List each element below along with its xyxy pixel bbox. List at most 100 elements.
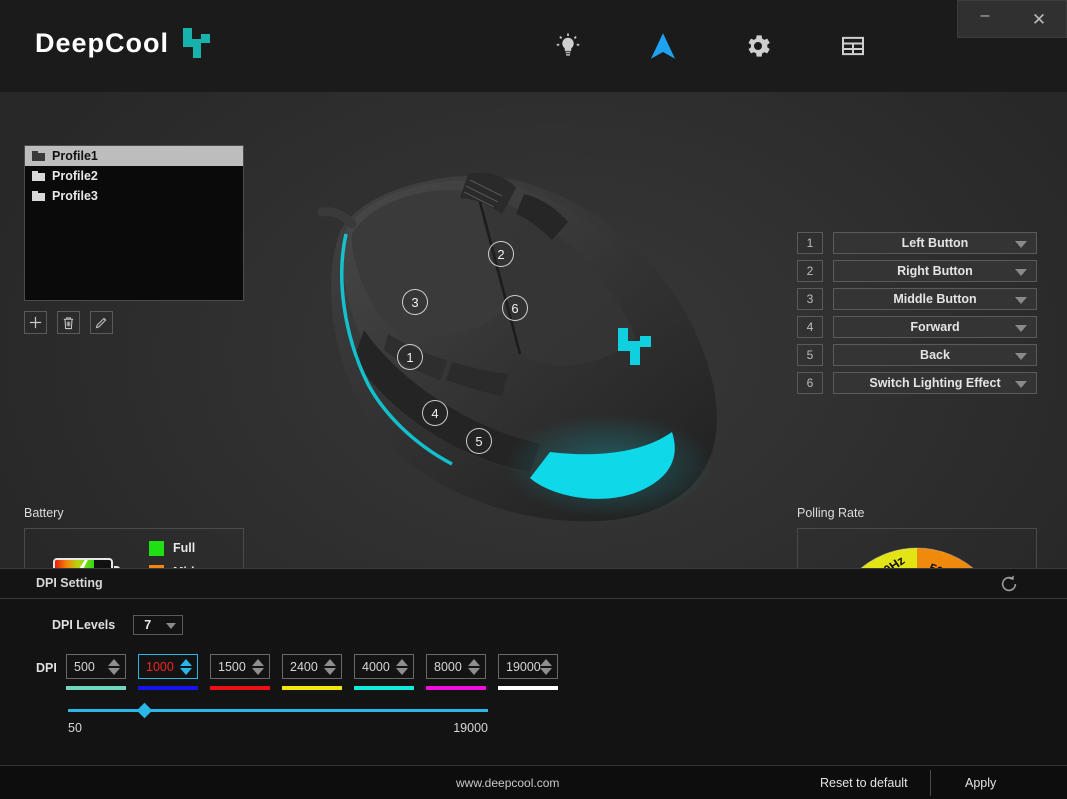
delete-profile-button[interactable] bbox=[57, 311, 80, 334]
dpi-stage-value: 19000 bbox=[506, 659, 541, 674]
stepper-icon[interactable] bbox=[108, 659, 120, 675]
dpi-stage-value: 500 bbox=[74, 659, 95, 674]
minimize-button[interactable]: – bbox=[965, 4, 1005, 34]
dpi-range-min: 50 bbox=[68, 721, 82, 735]
assignment-number: 1 bbox=[797, 232, 823, 254]
macro-table-icon[interactable] bbox=[827, 20, 879, 72]
dpi-stage-7: 19000 bbox=[498, 654, 558, 690]
profile-label: Profile3 bbox=[52, 189, 98, 203]
dpi-section-title: DPI Setting bbox=[36, 576, 103, 590]
gear-icon[interactable] bbox=[732, 20, 784, 72]
apply-button[interactable]: Apply bbox=[965, 776, 996, 790]
mouse-callout-6: 6 bbox=[502, 295, 528, 321]
assignment-dropdown-1[interactable]: Left Button bbox=[833, 232, 1037, 254]
assignment-dropdown-3[interactable]: Middle Button bbox=[833, 288, 1037, 310]
brand-name: DeepCool bbox=[35, 27, 170, 58]
assignment-number: 3 bbox=[797, 288, 823, 310]
stepper-icon[interactable] bbox=[396, 659, 408, 675]
dpi-section-header: DPI Setting bbox=[0, 568, 1067, 599]
mouse-illustration: 1 2 3 4 5 6 bbox=[280, 122, 780, 552]
dpi-levels-value: 7 bbox=[144, 618, 152, 632]
dpi-stage-6: 8000 bbox=[426, 654, 486, 690]
reset-to-default-button[interactable]: Reset to default bbox=[820, 776, 908, 790]
dpi-stage-input-6[interactable]: 8000 bbox=[426, 654, 486, 679]
profile-label: Profile1 bbox=[52, 149, 98, 163]
dpi-range-slider[interactable]: 50 19000 bbox=[68, 702, 488, 735]
chevron-down-icon bbox=[1015, 297, 1027, 304]
deepcool-mark-icon bbox=[179, 26, 213, 60]
dpi-row-label: DPI bbox=[36, 661, 57, 675]
assignment-number: 5 bbox=[797, 344, 823, 366]
edit-profile-button[interactable] bbox=[90, 311, 113, 334]
dpi-stage-color-1 bbox=[66, 686, 126, 690]
dpi-stage-list: 500 1000 1500 2400 4000 8000 19000 bbox=[66, 654, 558, 690]
footer-bar: www.deepcool.com Reset to default Apply bbox=[0, 765, 1067, 799]
dpi-stage-input-4[interactable]: 2400 bbox=[282, 654, 342, 679]
stepper-icon[interactable] bbox=[468, 659, 480, 675]
dpi-range-track[interactable] bbox=[68, 702, 488, 719]
profile-list-item[interactable]: Profile1 bbox=[25, 146, 243, 166]
stepper-icon[interactable] bbox=[540, 659, 552, 675]
button-assignment-list: 1 Left Button 2 Right Button 3 Middle Bu… bbox=[797, 232, 1037, 400]
dpi-stage-1: 500 bbox=[66, 654, 126, 690]
legend-swatch-full bbox=[149, 540, 164, 556]
chevron-down-icon bbox=[1015, 241, 1027, 248]
assignment-dropdown-6[interactable]: Switch Lighting Effect bbox=[833, 372, 1037, 394]
dpi-stage-input-5[interactable]: 4000 bbox=[354, 654, 414, 679]
dpi-stage-color-7 bbox=[498, 686, 558, 690]
profile-list-item[interactable]: Profile2 bbox=[25, 166, 243, 186]
dpi-range-max: 19000 bbox=[453, 721, 488, 735]
assignment-value: Middle Button bbox=[893, 292, 977, 306]
profile-list[interactable]: Profile1 Profile2 Profile3 bbox=[24, 145, 244, 301]
dpi-stage-input-2[interactable]: 1000 bbox=[138, 654, 198, 679]
dpi-stage-input-7[interactable]: 19000 bbox=[498, 654, 558, 679]
dpi-levels-dropdown[interactable]: 7 bbox=[133, 615, 184, 635]
dpi-stage-value: 8000 bbox=[434, 659, 462, 674]
dpi-stage-value: 1500 bbox=[218, 659, 246, 674]
legend-item: Full bbox=[149, 540, 198, 556]
assignment-dropdown-5[interactable]: Back bbox=[833, 344, 1037, 366]
add-profile-button[interactable] bbox=[24, 311, 47, 334]
dpi-stage-input-3[interactable]: 1500 bbox=[210, 654, 270, 679]
mouse-callout-3: 3 bbox=[402, 289, 428, 315]
assignment-dropdown-2[interactable]: Right Button bbox=[833, 260, 1037, 282]
assignment-row: 4 Forward bbox=[797, 316, 1037, 338]
legend-label: Full bbox=[173, 541, 196, 555]
assignment-dropdown-4[interactable]: Forward bbox=[833, 316, 1037, 338]
dpi-panel: DPI Levels 7 DPI 500 1000 1500 2400 4000… bbox=[0, 599, 1067, 765]
chevron-down-icon bbox=[1015, 269, 1027, 276]
assignment-number: 6 bbox=[797, 372, 823, 394]
dpi-levels-row: DPI Levels 7 bbox=[52, 615, 184, 635]
refresh-icon[interactable] bbox=[999, 574, 1019, 599]
stepper-icon[interactable] bbox=[324, 659, 336, 675]
website-link[interactable]: www.deepcool.com bbox=[456, 776, 559, 790]
brand-logo: DeepCool bbox=[35, 26, 213, 60]
title-bar: DeepCool – ✕ bbox=[0, 0, 1067, 92]
main-content: Profile1 Profile2 Profile3 Battery Full … bbox=[0, 92, 1067, 648]
dpi-range-labels: 50 19000 bbox=[68, 721, 488, 735]
battery-title: Battery bbox=[24, 506, 64, 520]
dpi-stage-input-1[interactable]: 500 bbox=[66, 654, 126, 679]
assignment-number: 2 bbox=[797, 260, 823, 282]
close-button[interactable]: ✕ bbox=[1019, 4, 1059, 34]
lighting-icon[interactable] bbox=[542, 20, 594, 72]
dpi-stage-color-4 bbox=[282, 686, 342, 690]
cursor-icon[interactable] bbox=[637, 20, 689, 72]
folder-icon bbox=[32, 171, 45, 181]
footer-divider bbox=[930, 770, 931, 796]
assignment-value: Back bbox=[920, 348, 950, 362]
assignment-value: Switch Lighting Effect bbox=[869, 376, 1001, 390]
dpi-stage-color-6 bbox=[426, 686, 486, 690]
stepper-icon[interactable] bbox=[180, 659, 192, 675]
dpi-stage-2: 1000 bbox=[138, 654, 198, 690]
profile-list-item[interactable]: Profile3 bbox=[25, 186, 243, 206]
stepper-icon[interactable] bbox=[252, 659, 264, 675]
dpi-stage-color-5 bbox=[354, 686, 414, 690]
mouse-callout-4: 4 bbox=[422, 400, 448, 426]
dpi-stage-color-2 bbox=[138, 686, 198, 690]
dpi-stage-value: 1000 bbox=[146, 659, 174, 674]
polling-rate-title: Polling Rate bbox=[797, 506, 865, 520]
assignment-number: 4 bbox=[797, 316, 823, 338]
dpi-range-handle[interactable] bbox=[137, 702, 153, 719]
chevron-down-icon bbox=[1015, 353, 1027, 360]
